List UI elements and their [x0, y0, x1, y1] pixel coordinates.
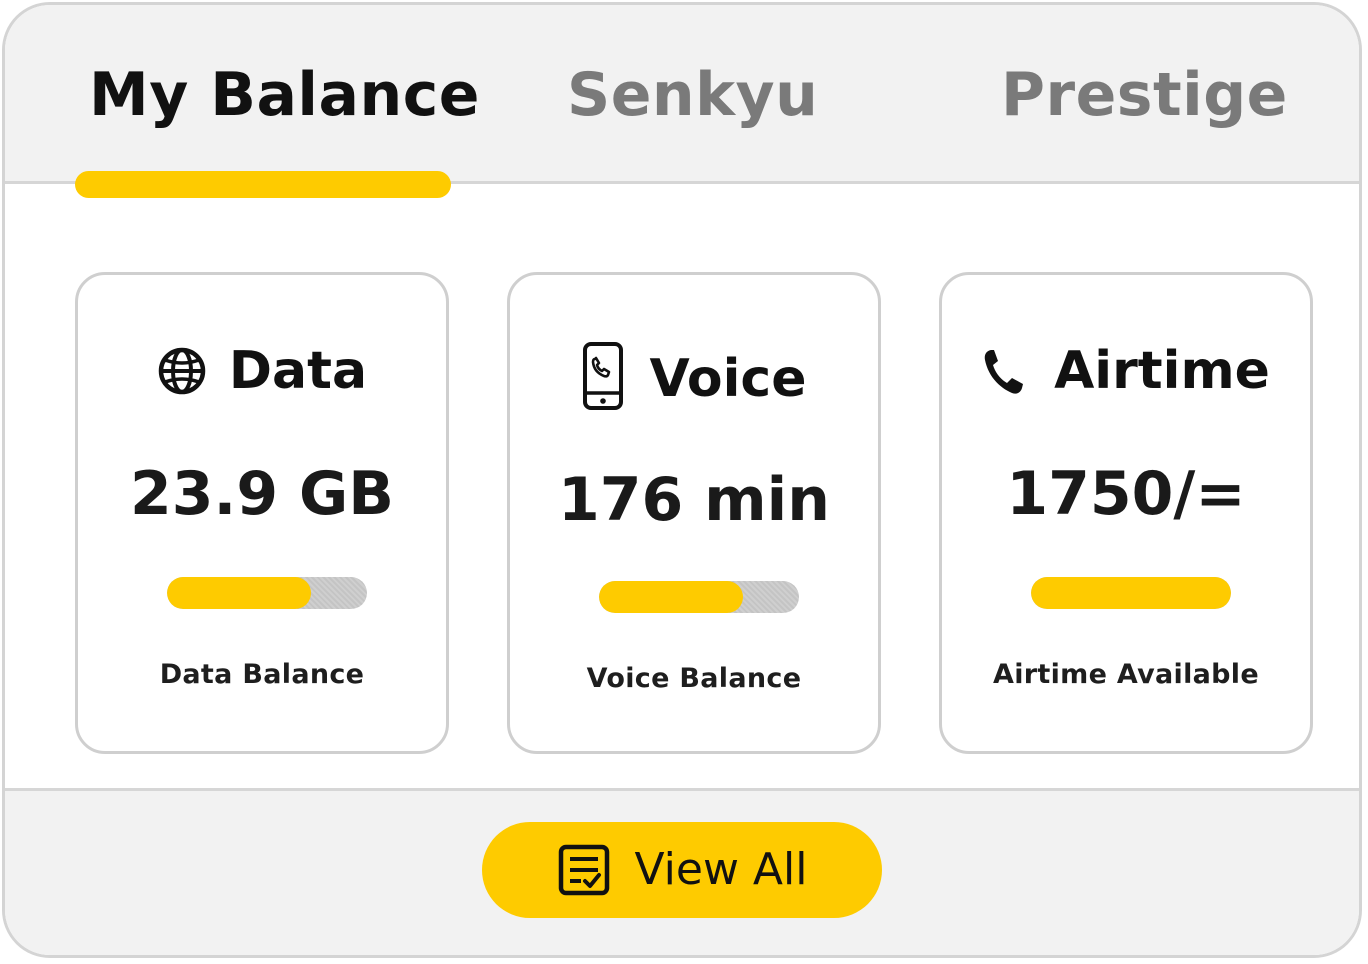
airtime-tile-header: Airtime — [942, 341, 1310, 401]
voice-progress-fill — [599, 581, 743, 613]
voice-tile-title: Voice — [649, 349, 807, 409]
active-tab-indicator — [75, 171, 451, 198]
phone-handset-icon — [982, 347, 1024, 395]
tab-senkyu[interactable]: Senkyu — [567, 57, 818, 133]
data-progress-fill — [167, 577, 311, 609]
voice-balance-caption: Voice Balance — [586, 663, 802, 694]
tab-bar: My Balance Senkyu Prestige — [5, 5, 1359, 184]
voice-balance-tile[interactable]: Voice 176 min Voice Balance — [507, 272, 881, 754]
balance-card: My Balance Senkyu Prestige Data 23.9 GB … — [2, 2, 1362, 958]
voice-tile-header: Voice — [510, 341, 878, 411]
data-balance-caption: Data Balance — [159, 659, 365, 690]
view-all-label: View All — [634, 844, 808, 895]
mobile-phone-icon — [581, 341, 625, 411]
tab-my-balance[interactable]: My Balance — [89, 57, 480, 133]
airtime-balance-tile[interactable]: Airtime 1750/= Airtime Available — [939, 272, 1313, 754]
data-progress-bar — [167, 577, 367, 609]
airtime-progress-bar — [1031, 577, 1231, 609]
globe-icon — [157, 346, 207, 396]
data-tile-title: Data — [228, 341, 368, 401]
checklist-icon — [557, 843, 611, 897]
data-tile-header: Data — [78, 341, 446, 401]
voice-progress-bar — [599, 581, 799, 613]
view-all-button[interactable]: View All — [482, 822, 882, 918]
airtime-tile-title: Airtime — [1054, 341, 1270, 401]
voice-balance-value: 176 min — [558, 465, 830, 535]
data-balance-tile[interactable]: Data 23.9 GB Data Balance — [75, 272, 449, 754]
airtime-balance-value: 1750/= — [1006, 459, 1246, 529]
tab-prestige[interactable]: Prestige — [1001, 57, 1288, 133]
airtime-balance-caption: Airtime Available — [993, 659, 1259, 690]
airtime-progress-fill — [1031, 577, 1231, 609]
data-balance-value: 23.9 GB — [130, 459, 394, 529]
